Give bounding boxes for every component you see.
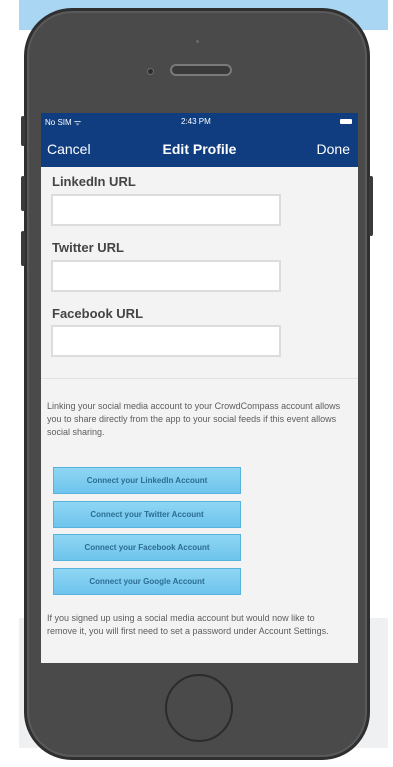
navigation-bar: No SIM ᯤ 2:43 PM Cancel Edit Profile Don… xyxy=(41,113,358,167)
carrier-label: No SIM ᯤ xyxy=(45,118,82,127)
twitter-url-label: Twitter URL xyxy=(52,240,124,255)
linkedin-url-label: LinkedIn URL xyxy=(52,174,136,189)
connect-linkedin-button[interactable]: Connect your LinkedIn Account xyxy=(53,467,241,494)
proximity-sensor xyxy=(147,68,154,75)
app-screen: No SIM ᯤ 2:43 PM Cancel Edit Profile Don… xyxy=(41,113,358,663)
twitter-url-input[interactable] xyxy=(51,260,281,292)
facebook-url-input[interactable] xyxy=(51,325,281,357)
status-time: 2:43 PM xyxy=(181,117,211,126)
connect-google-button[interactable]: Connect your Google Account xyxy=(53,568,241,595)
social-linking-info-text: Linking your social media account to you… xyxy=(47,401,341,437)
page: No SIM ᯤ 2:43 PM Cancel Edit Profile Don… xyxy=(0,0,393,767)
volume-up-button xyxy=(21,176,25,211)
power-button xyxy=(369,176,373,236)
status-bar: No SIM ᯤ 2:43 PM xyxy=(41,113,358,131)
connect-facebook-button[interactable]: Connect your Facebook Account xyxy=(53,534,241,561)
battery-icon xyxy=(340,119,352,124)
volume-down-button xyxy=(21,231,25,266)
earpiece-speaker xyxy=(170,64,232,76)
account-removal-info-text: If you signed up using a social media ac… xyxy=(47,613,329,636)
done-button[interactable]: Done xyxy=(317,141,350,157)
home-button[interactable] xyxy=(165,674,233,742)
cancel-button[interactable]: Cancel xyxy=(47,141,91,157)
front-camera xyxy=(196,40,199,43)
linkedin-url-input[interactable] xyxy=(51,194,281,226)
connect-twitter-button[interactable]: Connect your Twitter Account xyxy=(53,501,241,528)
section-divider xyxy=(41,378,358,379)
mute-switch xyxy=(21,116,25,146)
facebook-url-label: Facebook URL xyxy=(52,306,144,321)
